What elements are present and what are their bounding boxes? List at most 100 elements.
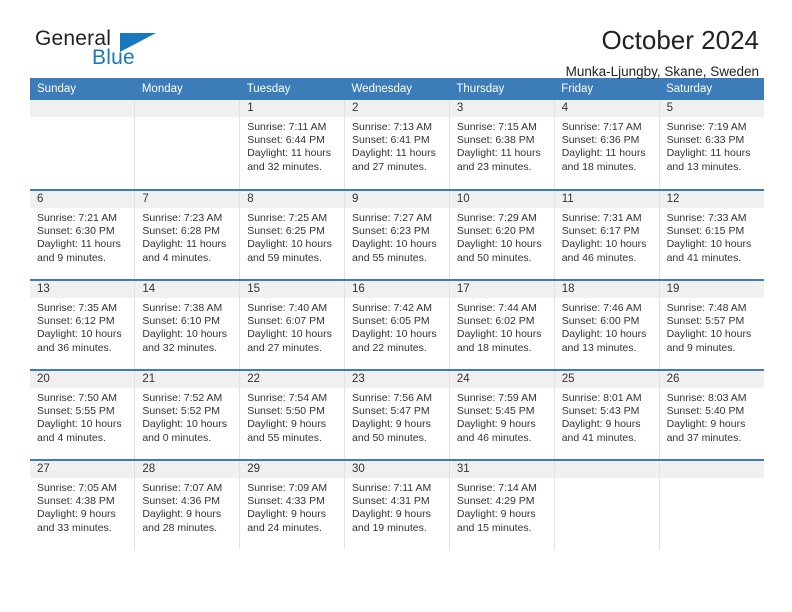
calendar-week-row: 1 Sunrise: 7:11 AM Sunset: 6:44 PM Daylight…: [30, 100, 764, 191]
day-details: [135, 117, 239, 121]
day-number: 30: [345, 461, 449, 478]
calendar-day-cell[interactable]: 29 Sunrise: 7:09 AM Sunset: 4:33 PM Dayligh…: [239, 460, 346, 550]
day-number: 15: [240, 281, 345, 298]
sunset-text: Sunset: 6:07 PM: [247, 315, 325, 328]
daylight-text: and 41 minutes.: [561, 431, 637, 444]
day-details: Sunrise: 7:29 AM Sunset: 6:20 PM Daylight:…: [450, 208, 554, 265]
daylight-text: and 23 minutes.: [456, 160, 532, 173]
day-number: 13: [30, 281, 135, 298]
daylight-text: Daylight: 11 hours: [37, 238, 121, 251]
calendar-day-cell[interactable]: 3 Sunrise: 7:15 AM Sunset: 6:38 PM Daylight…: [449, 100, 555, 191]
weekday-header-friday: Friday: [554, 78, 660, 100]
sunset-text: Sunset: 6:36 PM: [561, 134, 640, 147]
calendar-day-cell[interactable]: 17 Sunrise: 7:44 AM Sunset: 6:02 PM Dayligh…: [449, 280, 555, 371]
calendar-day-cell[interactable]: 2 Sunrise: 7:13 AM Sunset: 6:41 PM Daylight…: [344, 100, 450, 191]
sunrise-text: Sunrise: 7:50 AM: [37, 392, 117, 404]
sunrise-text: Sunrise: 7:44 AM: [456, 302, 537, 314]
day-details: Sunrise: 7:17 AM Sunset: 6:36 PM Daylight:…: [555, 117, 659, 174]
calendar-day-cell[interactable]: 11 Sunrise: 7:31 AM Sunset: 6:17 PM Dayligh…: [554, 190, 660, 281]
calendar-day-cell[interactable]: 20 Sunrise: 7:50 AM Sunset: 5:55 PM Dayligh…: [30, 370, 136, 461]
daylight-text: Daylight: 9 hours: [561, 418, 641, 431]
day-number: [135, 100, 240, 117]
calendar-day-cell[interactable]: 18 Sunrise: 7:46 AM Sunset: 6:00 PM Dayligh…: [554, 280, 660, 371]
day-details: Sunrise: 7:07 AM Sunset: 4:36 PM Daylight:…: [135, 478, 239, 535]
calendar-day-cell[interactable]: 21 Sunrise: 7:52 AM Sunset: 5:52 PM Dayligh…: [134, 370, 241, 461]
daylight-text: and 13 minutes.: [561, 341, 637, 354]
calendar-day-cell[interactable]: 12 Sunrise: 7:33 AM Sunset: 6:15 PM Dayligh…: [659, 190, 764, 281]
day-details: Sunrise: 7:19 AM Sunset: 6:33 PM Daylight:…: [660, 117, 764, 174]
day-details: Sunrise: 7:40 AM Sunset: 6:07 PM Daylight:…: [240, 298, 344, 355]
day-details: Sunrise: 7:25 AM Sunset: 6:25 PM Daylight:…: [240, 208, 344, 265]
daylight-text: and 18 minutes.: [561, 160, 637, 173]
calendar-empty-cell: [554, 460, 660, 550]
day-number: 7: [135, 191, 240, 208]
daylight-text: Daylight: 10 hours: [666, 328, 752, 341]
calendar-day-cell[interactable]: 15 Sunrise: 7:40 AM Sunset: 6:07 PM Dayligh…: [239, 280, 346, 371]
calendar-day-cell[interactable]: 23 Sunrise: 7:56 AM Sunset: 5:47 PM Dayligh…: [344, 370, 450, 461]
daylight-text: and 0 minutes.: [142, 431, 212, 444]
day-number: 10: [449, 191, 554, 208]
day-number: 18: [554, 281, 659, 298]
sunrise-text: Sunrise: 7:25 AM: [247, 212, 328, 224]
sunset-text: Sunset: 6:12 PM: [37, 315, 115, 328]
sunset-text: Sunset: 4:31 PM: [352, 495, 430, 508]
sunrise-text: Sunrise: 7:27 AM: [352, 212, 432, 224]
daylight-text: Daylight: 10 hours: [561, 328, 647, 341]
day-details: Sunrise: 7:38 AM Sunset: 6:10 PM Daylight:…: [135, 298, 239, 355]
calendar-day-cell[interactable]: 27 Sunrise: 7:05 AM Sunset: 4:38 PM Dayligh…: [30, 460, 136, 550]
day-details: Sunrise: 7:09 AM Sunset: 4:33 PM Daylight:…: [240, 478, 344, 535]
day-number: 11: [554, 191, 659, 208]
day-number: 8: [240, 191, 345, 208]
sunrise-text: Sunrise: 7:52 AM: [142, 392, 223, 404]
calendar-day-cell[interactable]: 1 Sunrise: 7:11 AM Sunset: 6:44 PM Daylight…: [239, 100, 346, 191]
day-number: 1: [240, 100, 345, 117]
calendar-day-cell[interactable]: 13 Sunrise: 7:35 AM Sunset: 6:12 PM Dayligh…: [30, 280, 136, 371]
calendar-day-cell[interactable]: 16 Sunrise: 7:42 AM Sunset: 6:05 PM Dayligh…: [344, 280, 450, 371]
daylight-text: Daylight: 10 hours: [142, 418, 227, 431]
daylight-text: Daylight: 10 hours: [352, 328, 437, 341]
calendar-body: 1 Sunrise: 7:11 AM Sunset: 6:44 PM Daylight…: [30, 100, 764, 550]
calendar-grid: Sunday Monday Tuesday Wednesday Thursday…: [30, 78, 764, 550]
day-details: Sunrise: 7:11 AM Sunset: 6:44 PM Daylight:…: [240, 117, 344, 174]
calendar-day-cell[interactable]: 28 Sunrise: 7:07 AM Sunset: 4:36 PM Dayligh…: [134, 460, 241, 550]
day-number: 3: [449, 100, 554, 117]
daylight-text: Daylight: 10 hours: [456, 238, 542, 251]
calendar-day-cell[interactable]: 25 Sunrise: 8:01 AM Sunset: 5:43 PM Dayligh…: [554, 370, 660, 461]
calendar-day-cell[interactable]: 14 Sunrise: 7:38 AM Sunset: 6:10 PM Dayligh…: [134, 280, 241, 371]
day-number: 22: [240, 371, 345, 388]
daylight-text: and 50 minutes.: [352, 431, 427, 444]
calendar-day-cell[interactable]: 31 Sunrise: 7:14 AM Sunset: 4:29 PM Dayligh…: [449, 460, 555, 550]
calendar-day-cell[interactable]: 22 Sunrise: 7:54 AM Sunset: 5:50 PM Dayligh…: [239, 370, 346, 461]
sunset-text: Sunset: 6:00 PM: [561, 315, 640, 328]
daylight-text: Daylight: 9 hours: [456, 418, 536, 431]
sunset-text: Sunset: 5:52 PM: [142, 405, 220, 418]
calendar-day-cell[interactable]: 6 Sunrise: 7:21 AM Sunset: 6:30 PM Daylight…: [30, 190, 136, 281]
daylight-text: and 4 minutes.: [37, 431, 106, 444]
daylight-text: and 36 minutes.: [37, 341, 112, 354]
calendar-day-cell[interactable]: 8 Sunrise: 7:25 AM Sunset: 6:25 PM Daylight…: [239, 190, 346, 281]
day-number: 2: [345, 100, 449, 117]
day-number: 9: [345, 191, 449, 208]
calendar-day-cell[interactable]: 26 Sunrise: 8:03 AM Sunset: 5:40 PM Dayligh…: [659, 370, 764, 461]
calendar-day-cell[interactable]: 4 Sunrise: 7:17 AM Sunset: 6:36 PM Daylight…: [554, 100, 660, 191]
calendar-day-cell[interactable]: 24 Sunrise: 7:59 AM Sunset: 5:45 PM Dayligh…: [449, 370, 555, 461]
calendar-day-cell[interactable]: 5 Sunrise: 7:19 AM Sunset: 6:33 PM Daylight…: [659, 100, 764, 191]
sunset-text: Sunset: 5:45 PM: [456, 405, 535, 418]
day-number: 20: [30, 371, 135, 388]
calendar-day-cell[interactable]: 19 Sunrise: 7:48 AM Sunset: 5:57 PM Dayligh…: [659, 280, 764, 371]
sunrise-text: Sunrise: 7:33 AM: [666, 212, 747, 224]
calendar-day-cell[interactable]: 30 Sunrise: 7:11 AM Sunset: 4:31 PM Dayligh…: [344, 460, 450, 550]
calendar-day-cell[interactable]: 9 Sunrise: 7:27 AM Sunset: 6:23 PM Daylight…: [344, 190, 450, 281]
calendar-day-cell[interactable]: 7 Sunrise: 7:23 AM Sunset: 6:28 PM Daylight…: [134, 190, 241, 281]
sunset-text: Sunset: 5:40 PM: [666, 405, 745, 418]
sunrise-text: Sunrise: 7:35 AM: [37, 302, 117, 314]
sunset-text: Sunset: 5:55 PM: [37, 405, 115, 418]
daylight-text: and 55 minutes.: [352, 251, 427, 264]
sunset-text: Sunset: 4:33 PM: [247, 495, 325, 508]
sunrise-text: Sunrise: 7:40 AM: [247, 302, 328, 314]
general-blue-logo[interactable]: General Blue: [31, 26, 181, 76]
daylight-text: Daylight: 10 hours: [142, 328, 227, 341]
weekday-header-wednesday: Wednesday: [344, 78, 450, 100]
daylight-text: and 32 minutes.: [247, 160, 322, 173]
calendar-day-cell[interactable]: 10 Sunrise: 7:29 AM Sunset: 6:20 PM Dayligh…: [449, 190, 555, 281]
